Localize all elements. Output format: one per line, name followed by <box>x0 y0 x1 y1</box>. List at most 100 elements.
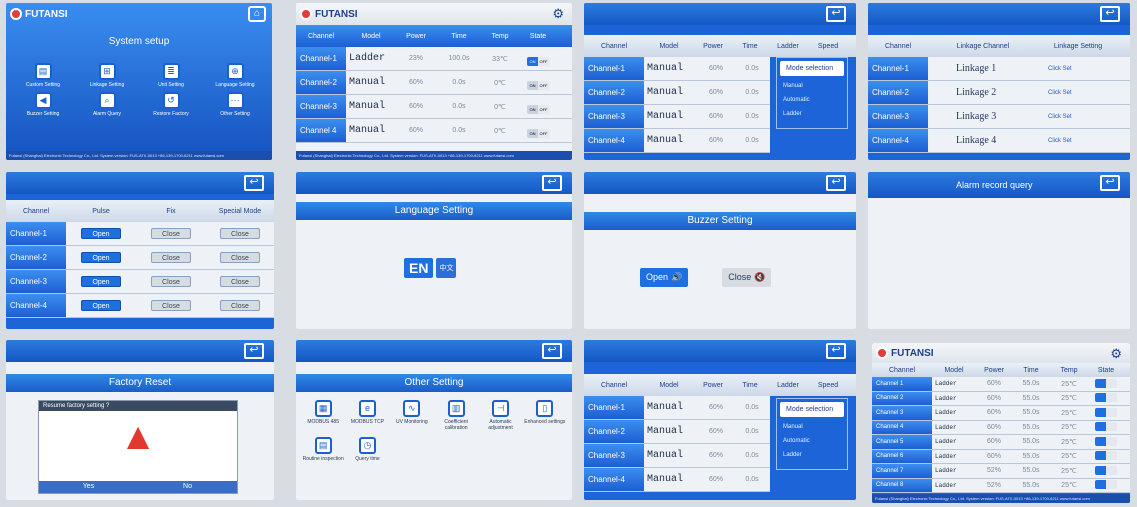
pulse-icon: ∿ <box>403 400 421 417</box>
table-row[interactable]: Channel-3 Linkage 3 Click Set <box>868 105 1130 129</box>
back-icon[interactable]: ↩ <box>244 175 264 191</box>
table-row[interactable]: Channel 4 Manual 60% 0.0s 0℃ ON OFF <box>296 119 572 143</box>
footer-info: Futansi (Shanghai) Electronic Technology… <box>872 494 1130 503</box>
english-button[interactable]: EN <box>404 258 434 278</box>
table-row[interactable]: Channel-4 Linkage 4 Click Set <box>868 129 1130 153</box>
table-row[interactable]: Channel-3 Manual 60% 0.0s 0℃ ON OFF <box>296 95 572 119</box>
coefficient-calibration-button[interactable]: ▥ Coefficient calibration <box>435 400 477 431</box>
mode-selection-item[interactable]: Mode selection <box>780 402 844 417</box>
back-icon[interactable]: ↩ <box>826 175 846 191</box>
click-set-button[interactable]: Click Set <box>1048 114 1072 120</box>
table-row[interactable]: Channel-1 Manual 60% 0.0s <box>584 396 770 420</box>
state-toggle[interactable] <box>1095 480 1117 490</box>
state-toggle[interactable]: ON OFF <box>527 56 549 66</box>
settings-gear-icon[interactable]: ⚙ <box>1110 346 1122 362</box>
channel-table: Channel 1 Ladder 60% 55.0s 25℃ Channel 2 Ladde… <box>872 377 1130 493</box>
pulse-open-button[interactable]: Open <box>81 252 121 263</box>
modbus-tcp-button[interactable]: e MODBUS TCP <box>346 400 388 431</box>
state-toggle[interactable]: ON OFF <box>527 80 549 90</box>
table-row[interactable]: Channel-2 Manual 60% 0.0s <box>584 81 770 105</box>
title-bar: ↩ <box>584 3 856 25</box>
click-set-button[interactable]: Click Set <box>1048 66 1072 72</box>
custom-setting-button[interactable]: ▤ Custom Setting <box>12 63 74 88</box>
language-setting-button[interactable]: ⊕ Language Setting <box>204 63 266 88</box>
table-row[interactable]: Channel-4 Manual 60% 0.0s <box>584 129 770 153</box>
state-toggle[interactable] <box>1095 422 1117 432</box>
special-close-button[interactable]: Close <box>220 228 260 239</box>
unit-setting-button[interactable]: ≣ Unit Setting <box>140 63 202 88</box>
mode-selection-item[interactable]: Mode selection <box>780 61 844 76</box>
state-toggle[interactable]: ON OFF <box>527 104 549 114</box>
click-set-button[interactable]: Click Set <box>1048 90 1072 96</box>
buzzer-open-button[interactable]: Open 🔊 <box>640 268 689 287</box>
fix-close-button[interactable]: Close <box>151 228 191 239</box>
table-row[interactable]: Channel 8 Ladder 52% 55.0s 25℃ <box>872 478 1130 493</box>
modbus-485-button[interactable]: ▦ MODBUS 485 <box>302 400 344 431</box>
click-set-button[interactable]: Click Set <box>1048 138 1072 144</box>
back-icon[interactable]: ↩ <box>1100 175 1120 191</box>
home-icon[interactable]: ⌂ <box>248 6 266 22</box>
no-button[interactable]: No <box>138 481 237 493</box>
yes-button[interactable]: Yes <box>39 481 138 493</box>
file-icon: ▯ <box>536 400 554 417</box>
calendar-icon: ▤ <box>314 437 332 454</box>
mode-menu: Mode selection Manual Automatic Ladder <box>776 57 848 129</box>
mode-automatic-item[interactable]: Automatic <box>777 434 847 448</box>
special-close-button[interactable]: Close <box>220 276 260 287</box>
query-time-button[interactable]: ◷ Query time <box>346 437 388 462</box>
table-row[interactable]: Channel-2 Manual 60% 0.0s 0℃ ON OFF <box>296 71 572 95</box>
brand-logo: FUTANSI <box>10 8 68 20</box>
table-row[interactable]: Channel-1 Linkage 1 Click Set <box>868 57 1130 81</box>
linkage-setting-button[interactable]: ⊞ Linkage Setting <box>76 63 138 88</box>
fix-close-button[interactable]: Close <box>151 252 191 263</box>
fix-close-button[interactable]: Close <box>151 276 191 287</box>
other-setting-button[interactable]: ⋯ Other Setting <box>204 92 266 117</box>
special-close-button[interactable]: Close <box>220 300 260 311</box>
state-toggle[interactable]: ON OFF <box>527 128 549 138</box>
chinese-button[interactable]: 中文 <box>436 258 457 278</box>
pulse-open-button[interactable]: Open <box>81 228 121 239</box>
dialog-actions: Yes No <box>39 481 237 493</box>
panel-system-setup: FUTANSI ⌂ System setup ▤ Custom Setting ⊞… <box>6 3 272 160</box>
enhanced-settings-button[interactable]: ▯ Enhanced settings <box>524 400 566 431</box>
settings-gear-icon[interactable]: ⚙ <box>552 6 564 22</box>
mode-ladder-item[interactable]: Ladder <box>777 107 847 121</box>
fix-close-button[interactable]: Close <box>151 300 191 311</box>
title-bar: ↩ <box>296 172 572 194</box>
buzzer-close-button[interactable]: Close 🔇 <box>722 268 772 287</box>
state-toggle[interactable] <box>1095 378 1117 388</box>
state-toggle[interactable] <box>1095 407 1117 417</box>
restore-factory-button[interactable]: ↺ Restore Factory <box>140 92 202 117</box>
state-toggle[interactable] <box>1095 465 1117 475</box>
back-icon[interactable]: ↩ <box>542 175 562 191</box>
buzzer-setting-button[interactable]: ◀ Buzzer Setting <box>12 92 74 117</box>
table-row[interactable]: Channel-2 Linkage 2 Click Set <box>868 81 1130 105</box>
pulse-open-button[interactable]: Open <box>81 300 121 311</box>
mode-ladder-item[interactable]: Ladder <box>777 448 847 462</box>
state-toggle[interactable] <box>1095 436 1117 446</box>
table-row[interactable]: Channel-3 Manual 60% 0.0s <box>584 444 770 468</box>
mode-manual-item[interactable]: Manual <box>777 420 847 434</box>
automatic-adjustment-button[interactable]: ⊣ Automatic adjustment <box>479 400 521 431</box>
back-icon[interactable]: ↩ <box>826 343 846 359</box>
table-row[interactable]: Channel-4 Manual 60% 0.0s <box>584 468 770 492</box>
table-row[interactable]: Channel-1 Manual 60% 0.0s <box>584 57 770 81</box>
channel-table: Channel-1 Manual 60% 0.0s Channel-2 Manual 60… <box>584 396 770 492</box>
table-row: Channel-4 Open Close Close <box>6 294 274 318</box>
table-row[interactable]: Channel-2 Manual 60% 0.0s <box>584 420 770 444</box>
back-icon[interactable]: ↩ <box>1100 6 1120 22</box>
mode-automatic-item[interactable]: Automatic <box>777 93 847 107</box>
back-icon[interactable]: ↩ <box>826 6 846 22</box>
state-toggle[interactable] <box>1095 393 1117 403</box>
uv-monitoring-button[interactable]: ∿ UV Monitoring <box>391 400 433 431</box>
state-toggle[interactable] <box>1095 451 1117 461</box>
back-icon[interactable]: ↩ <box>244 343 264 359</box>
table-row[interactable]: Channel-1 Ladder 23% 100.0s 33℃ ON OFF <box>296 47 572 71</box>
pulse-open-button[interactable]: Open <box>81 276 121 287</box>
alarm-query-button[interactable]: ⌕ Alarm Query <box>76 92 138 117</box>
back-icon[interactable]: ↩ <box>542 343 562 359</box>
routine-inspection-button[interactable]: ▤ Routine inspection <box>302 437 344 462</box>
mode-manual-item[interactable]: Manual <box>777 79 847 93</box>
special-close-button[interactable]: Close <box>220 252 260 263</box>
table-row[interactable]: Channel-3 Manual 60% 0.0s <box>584 105 770 129</box>
